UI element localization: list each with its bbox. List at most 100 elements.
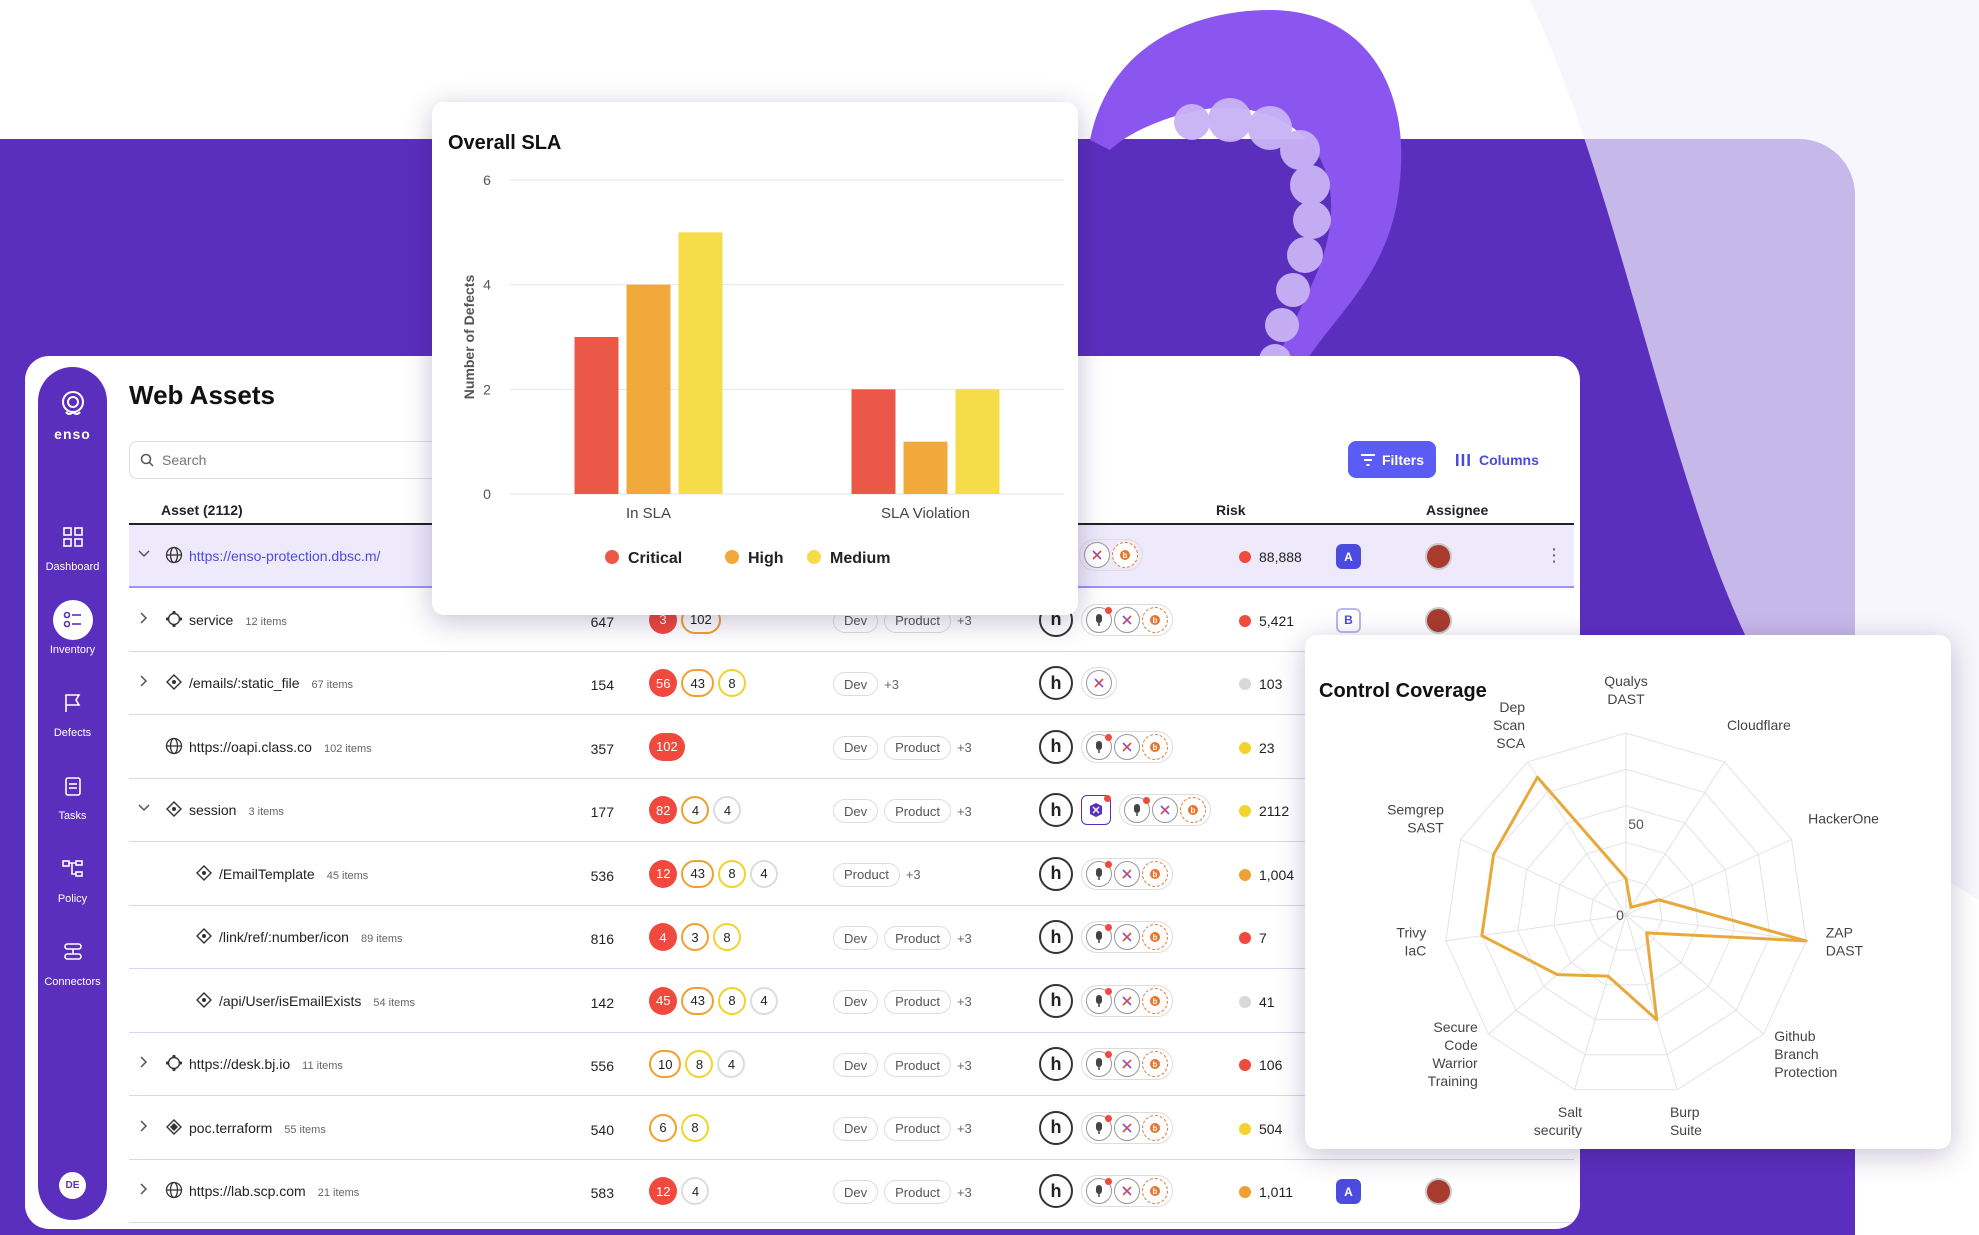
- columns-button[interactable]: Columns: [1455, 441, 1539, 478]
- chevron-down-icon[interactable]: [137, 801, 151, 815]
- tag-chip[interactable]: Product: [884, 799, 951, 823]
- connector-tool-icon[interactable]: [1124, 797, 1150, 823]
- asset-name[interactable]: https://lab.scp.com 21 items: [189, 1183, 359, 1199]
- more-tags[interactable]: +3: [957, 1121, 972, 1136]
- tag-chip[interactable]: Dev: [833, 1116, 879, 1141]
- chevron-right-icon[interactable]: [137, 611, 151, 625]
- asset-name[interactable]: /link/ref/:number/icon 89 items: [219, 929, 403, 945]
- column-header-asset[interactable]: Asset (2112): [161, 502, 243, 518]
- connector-tool-icon[interactable]: [1086, 606, 1112, 633]
- chevron-right-icon[interactable]: [137, 1182, 151, 1196]
- bug-tool-icon[interactable]: b: [1180, 797, 1206, 823]
- scanner-x-icon[interactable]: [1114, 924, 1140, 950]
- connector-tool-icon[interactable]: [1086, 987, 1112, 1014]
- assignee-avatar[interactable]: [1425, 1178, 1452, 1205]
- column-header-risk[interactable]: Risk: [1216, 502, 1246, 518]
- tag-chip[interactable]: Dev: [833, 672, 879, 696]
- tag-chip[interactable]: Dev: [833, 1053, 879, 1077]
- tag-chip[interactable]: Dev: [833, 735, 879, 760]
- more-tags[interactable]: +3: [884, 677, 899, 692]
- hackerone-icon[interactable]: h: [1039, 666, 1073, 700]
- chevron-right-icon[interactable]: [137, 1055, 151, 1069]
- sla-bar[interactable]: [678, 232, 723, 495]
- hackerone-icon[interactable]: h: [1039, 856, 1073, 891]
- sla-bar[interactable]: [955, 389, 1000, 494]
- sidebar-item-dashboard[interactable]: Dashboard: [38, 517, 107, 573]
- bug-tool-icon[interactable]: b: [1142, 924, 1168, 950]
- asset-name[interactable]: service 12 items: [189, 612, 287, 628]
- sidebar-item-connectors[interactable]: Connectors: [38, 932, 107, 988]
- more-options-icon[interactable]: ⋮: [1545, 545, 1563, 566]
- scanner-x-icon[interactable]: [1114, 1178, 1140, 1204]
- asset-name[interactable]: https://oapi.class.co 102 items: [189, 739, 372, 755]
- chevron-right-icon[interactable]: [137, 674, 151, 688]
- more-tags[interactable]: +3: [957, 994, 972, 1009]
- sidebar-item-inventory[interactable]: Inventory: [38, 600, 107, 656]
- connector-tool-icon[interactable]: [1086, 1051, 1112, 1077]
- bug-tool-icon[interactable]: b: [1142, 1178, 1168, 1204]
- asset-name[interactable]: /emails/:static_file 67 items: [189, 675, 353, 691]
- more-tags[interactable]: +3: [957, 1185, 972, 1200]
- scanner-x-icon[interactable]: [1114, 860, 1140, 887]
- scanner-x-icon[interactable]: [1114, 606, 1140, 633]
- hackerone-icon[interactable]: h: [1039, 983, 1073, 1018]
- bug-tool-icon[interactable]: b: [1142, 733, 1168, 760]
- scanner-x-icon[interactable]: [1152, 797, 1178, 823]
- search-input[interactable]: [162, 452, 442, 468]
- connector-tool-icon[interactable]: [1086, 1178, 1112, 1204]
- more-tags[interactable]: +3: [957, 1058, 972, 1073]
- scanner-x-icon[interactable]: [1086, 670, 1112, 696]
- connector-tool-icon[interactable]: [1086, 860, 1112, 887]
- tag-chip[interactable]: Product: [884, 1116, 951, 1141]
- connector-tool-icon[interactable]: [1086, 924, 1112, 950]
- hackerone-icon[interactable]: h: [1039, 729, 1073, 764]
- hackerone-icon[interactable]: h: [1039, 1174, 1073, 1208]
- sidebar-item-policy[interactable]: Policy: [38, 849, 107, 905]
- chevron-right-icon[interactable]: [137, 1119, 151, 1133]
- bug-tool-icon[interactable]: b: [1142, 1114, 1168, 1141]
- sla-bar[interactable]: [626, 284, 671, 494]
- more-tags[interactable]: +3: [906, 867, 921, 882]
- tag-chip[interactable]: Dev: [833, 989, 879, 1014]
- hackerone-icon[interactable]: h: [1039, 793, 1073, 827]
- asset-name[interactable]: https://desk.bj.io 11 items: [189, 1056, 343, 1072]
- tag-chip[interactable]: Dev: [833, 799, 879, 823]
- assignee-avatar[interactable]: [1425, 606, 1452, 634]
- scanner-x-icon[interactable]: [1114, 1114, 1140, 1141]
- asset-name[interactable]: poc.terraform 55 items: [189, 1120, 326, 1136]
- table-row[interactable]: https://lab.scp.com 21 items 583 12 4 Dev Prod…: [129, 1160, 1574, 1223]
- asset-name[interactable]: session 3 items: [189, 802, 284, 818]
- bug-tool-icon[interactable]: b: [1112, 542, 1138, 568]
- hackerone-icon[interactable]: h: [1039, 1110, 1073, 1145]
- tag-chip[interactable]: Dev: [833, 926, 879, 950]
- scanner-x-icon[interactable]: [1084, 542, 1110, 568]
- hackerone-icon[interactable]: h: [1039, 1047, 1073, 1081]
- hackerone-icon[interactable]: h: [1039, 920, 1073, 954]
- scanner-x-icon[interactable]: [1114, 987, 1140, 1014]
- enso-logo[interactable]: enso: [38, 389, 107, 442]
- tag-chip[interactable]: Dev: [833, 1180, 879, 1204]
- chevron-down-icon[interactable]: [137, 547, 151, 561]
- tag-chip[interactable]: Product: [884, 989, 951, 1014]
- tag-chip[interactable]: Product: [884, 1053, 951, 1077]
- sla-bar[interactable]: [903, 441, 948, 494]
- more-tags[interactable]: +3: [957, 613, 972, 628]
- bug-tool-icon[interactable]: b: [1142, 1051, 1168, 1077]
- kubernetes-icon[interactable]: [1081, 795, 1111, 825]
- asset-name[interactable]: /api/User/isEmailExists 54 items: [219, 993, 415, 1009]
- filters-button[interactable]: Filters: [1348, 441, 1436, 478]
- tag-chip[interactable]: Product: [833, 862, 900, 887]
- sla-bar[interactable]: [574, 337, 619, 494]
- user-avatar[interactable]: DE: [59, 1172, 86, 1199]
- tag-chip[interactable]: Product: [884, 735, 951, 760]
- asset-name[interactable]: https://enso-protection.dbsc.m/: [189, 548, 380, 564]
- coverage-series-line[interactable]: [1480, 775, 1808, 1022]
- sidebar-item-tasks[interactable]: Tasks: [38, 766, 107, 822]
- connector-tool-icon[interactable]: [1086, 1114, 1112, 1141]
- bug-tool-icon[interactable]: b: [1142, 606, 1168, 633]
- bug-tool-icon[interactable]: b: [1142, 860, 1168, 887]
- sla-bar[interactable]: [851, 389, 896, 494]
- scanner-x-icon[interactable]: [1114, 733, 1140, 760]
- tag-chip[interactable]: Product: [884, 1180, 951, 1204]
- connector-tool-icon[interactable]: [1086, 733, 1112, 760]
